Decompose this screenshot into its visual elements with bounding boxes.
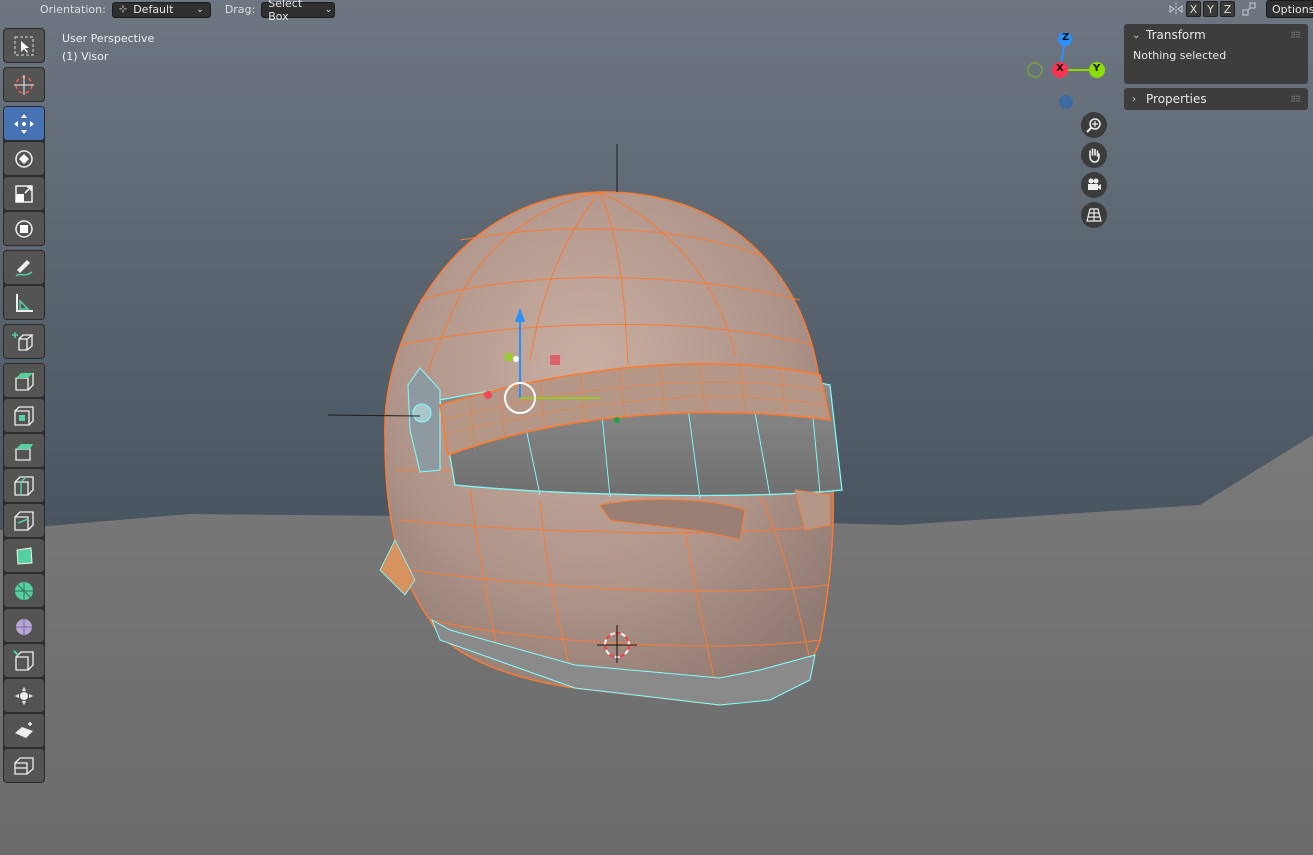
chevron-down-icon: ⌄ (1132, 29, 1141, 41)
smooth-tool[interactable] (4, 609, 44, 642)
mirror-axis-group: X Y Z (1168, 1, 1257, 17)
transform-panel-header[interactable]: ⌄ Transform ⠿⠿ (1124, 24, 1308, 46)
drag-value: Select Box (268, 0, 303, 23)
tool-shelf (3, 28, 45, 787)
edge-slide-tool[interactable] (4, 644, 44, 677)
cursor-tool[interactable] (4, 68, 44, 101)
gizmo-y-label: Y (1093, 63, 1101, 74)
chevron-right-icon: › (1132, 93, 1136, 105)
camera-icon (1088, 178, 1101, 190)
drag-grip-icon[interactable]: ⠿⠿ (1290, 95, 1301, 104)
transform-panel: ⌄ Transform ⠿⠿ Nothing selected (1124, 24, 1308, 84)
drag-dropdown[interactable]: Select Box ⌄ (261, 0, 336, 23)
drag-grip-icon[interactable]: ⠿⠿ (1290, 31, 1301, 40)
hand-icon (1089, 148, 1100, 163)
snap-icon[interactable] (1241, 1, 1257, 17)
view-name: User Perspective (62, 32, 155, 45)
orientation-icon: ⊹ (118, 4, 128, 15)
grid-perspective-icon (1086, 208, 1102, 222)
mirror-y-button[interactable]: Y (1203, 1, 1218, 17)
navigation-gizmo[interactable]: Z X Y (1025, 28, 1115, 113)
viewport-info: User Perspective (1) Visor (62, 30, 154, 66)
loop-cut-tool[interactable] (4, 469, 44, 502)
annotate-tool[interactable] (4, 251, 44, 284)
chevron-down-icon: ⌄ (196, 4, 204, 15)
spin-tool[interactable] (4, 574, 44, 607)
zoom-button[interactable] (1081, 112, 1107, 138)
gizmo-x-label: X (1056, 63, 1064, 74)
properties-title: Properties (1146, 92, 1207, 106)
transform-status: Nothing selected (1133, 49, 1227, 62)
shrink-fatten-tool[interactable] (4, 679, 44, 712)
mirror-icon[interactable] (1168, 1, 1184, 17)
add-cube-tool[interactable] (4, 325, 44, 358)
orientation-value: Default (133, 3, 174, 16)
gizmo-z-label: Z (1062, 32, 1070, 43)
helmet-mesh[interactable] (379, 191, 843, 706)
3d-viewport[interactable] (0, 0, 1313, 855)
options-button[interactable]: Options (1266, 0, 1313, 18)
viewport-header: Orientation: ⊹ Default ⌄ Drag: Select Bo… (0, 0, 1313, 23)
chevron-down-icon: ⌄ (324, 4, 333, 15)
bevel-tool[interactable] (4, 434, 44, 467)
extrude-region-tool[interactable] (4, 364, 44, 397)
orientation-label: Orientation: (40, 3, 106, 16)
transform-tool[interactable] (4, 212, 44, 245)
orientation-dropdown[interactable]: ⊹ Default ⌄ (111, 1, 211, 18)
camera-view-button[interactable] (1081, 172, 1107, 198)
pan-button[interactable] (1081, 142, 1107, 168)
drag-label: Drag: (224, 3, 256, 16)
measure-tool[interactable] (4, 286, 44, 319)
rotate-tool[interactable] (4, 142, 44, 175)
scale-tool[interactable] (4, 177, 44, 210)
inset-faces-tool[interactable] (4, 399, 44, 432)
poly-build-tool[interactable] (4, 539, 44, 572)
neg-y-handle (1027, 62, 1043, 78)
perspective-toggle-button[interactable] (1081, 202, 1107, 228)
knife-tool[interactable] (4, 504, 44, 537)
mirror-x-button[interactable]: X (1186, 1, 1201, 17)
magnifier-icon (1086, 118, 1101, 133)
properties-panel-header[interactable]: › Properties ⠿⠿ (1124, 88, 1308, 110)
move-tool[interactable] (4, 107, 44, 140)
properties-panel: › Properties ⠿⠿ (1124, 88, 1308, 110)
rip-region-tool[interactable] (4, 749, 44, 782)
transform-title: Transform (1146, 28, 1206, 42)
mirror-z-button[interactable]: Z (1220, 1, 1235, 17)
shear-tool[interactable] (4, 714, 44, 747)
select-box-tool[interactable] (4, 29, 44, 62)
active-object-name: (1) Visor (62, 50, 109, 63)
